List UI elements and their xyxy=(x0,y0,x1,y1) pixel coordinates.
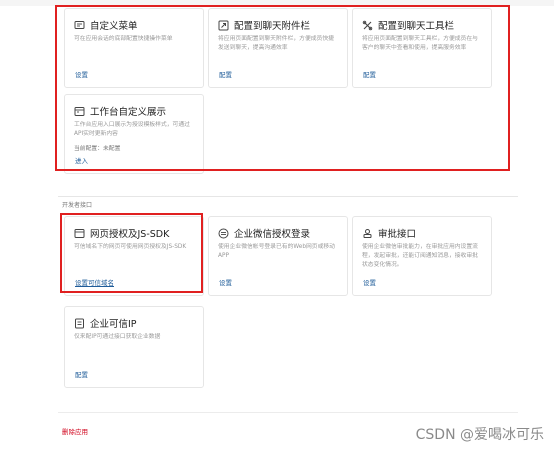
attachment-icon xyxy=(218,20,229,31)
card-description: 使用企业微信帐号登录已有的Web网页或移动APP xyxy=(218,244,335,259)
section-label: 开发者接口 xyxy=(62,202,93,209)
card-title: 企业可信IP xyxy=(90,319,137,330)
card-description: 将应用页面配置到聊天工具栏，方便成员在与客户的聊天中查看和使用，提高服务效率 xyxy=(362,36,478,51)
chat-attachment-config-link[interactable]: 配置 xyxy=(219,69,232,79)
bottom-divider xyxy=(58,412,518,413)
workbench-enter-link[interactable]: 进入 xyxy=(75,155,88,165)
card-description: 将应用页面配置到聊天附件栏，方便成员快捷发送到聊天，提高沟通效率 xyxy=(218,36,334,51)
card-description: 可在应用会话的底部配置快捷操作菜单 xyxy=(74,36,173,42)
card-title: 网页授权及JS-SDK xyxy=(90,229,170,240)
wecom-auth-login-card: 企业微信授权登录 使用企业微信帐号登录已有的Web网页或移动APP 设置 xyxy=(208,216,348,296)
toolbar-icon xyxy=(362,20,373,31)
chat-toolbar-config-link[interactable]: 配置 xyxy=(363,69,376,79)
card-description: 仅来配IP可通过接口获取企业数据 xyxy=(74,334,161,340)
card-title: 配置到聊天附件栏 xyxy=(234,21,311,32)
card-title: 审批接口 xyxy=(378,229,417,240)
custom-menu-card: 自定义菜单 可在应用会话的底部配置快捷操作菜单 设置 xyxy=(64,8,204,88)
trusted-ip-config-link[interactable]: 配置 xyxy=(75,369,88,379)
approval-icon xyxy=(362,228,373,239)
web-icon xyxy=(74,228,85,239)
watermark: CSDN @爱喝冰可乐 xyxy=(415,427,544,443)
trusted-ip-card: 企业可信IP 仅来配IP可通过接口获取企业数据 配置 xyxy=(64,306,204,388)
card-description: 使用企业微信审批能力，在审批应用内设置流程，发起审批，还能订阅通知消息，接收审批… xyxy=(362,244,478,268)
card-description: 可信域名下的网页可使用网页授权及JS-SDK xyxy=(74,244,187,250)
current-config-status: 当前配置：未配置 xyxy=(74,146,121,152)
wecom-auth-settings-link[interactable]: 设置 xyxy=(219,277,232,287)
card-title: 自定义菜单 xyxy=(90,21,138,32)
chat-toolbar-card: 配置到聊天工具栏 将应用页面配置到聊天工具栏，方便成员在与客户的聊天中查看和使用… xyxy=(352,8,492,88)
chat-attachment-card: 配置到聊天附件栏 将应用页面配置到聊天附件栏，方便成员快捷发送到聊天，提高沟通效… xyxy=(208,8,348,88)
menu-icon xyxy=(74,20,85,31)
card-title: 企业微信授权登录 xyxy=(234,229,311,240)
top-scroll-edge xyxy=(0,0,554,6)
approval-settings-link[interactable]: 设置 xyxy=(363,277,376,287)
card-title: 工作台自定义展示 xyxy=(90,107,167,118)
card-title: 配置到聊天工具栏 xyxy=(378,21,455,32)
workbench-display-card: 工作台自定义展示 工作台应用入口展示为授设模板样式，可通过API实时更新内容 当… xyxy=(64,94,204,174)
web-auth-jssdk-card: 网页授权及JS-SDK 可信域名下的网页可使用网页授权及JS-SDK 设置可信域… xyxy=(64,216,204,296)
login-icon xyxy=(218,228,229,239)
ip-icon xyxy=(74,318,85,329)
dashboard-icon xyxy=(74,106,85,117)
section-divider xyxy=(58,196,518,197)
custom-menu-settings-link[interactable]: 设置 xyxy=(75,69,88,79)
approval-api-card: 审批接口 使用企业微信审批能力，在审批应用内设置流程，发起审批，还能订阅通知消息… xyxy=(352,216,492,296)
set-trusted-domain-link[interactable]: 设置可信域名 xyxy=(75,277,114,287)
delete-app-link[interactable]: 删除应用 xyxy=(62,426,88,436)
card-description: 工作台应用入口展示为授设模板样式，可通过API实时更新内容 xyxy=(74,122,190,137)
